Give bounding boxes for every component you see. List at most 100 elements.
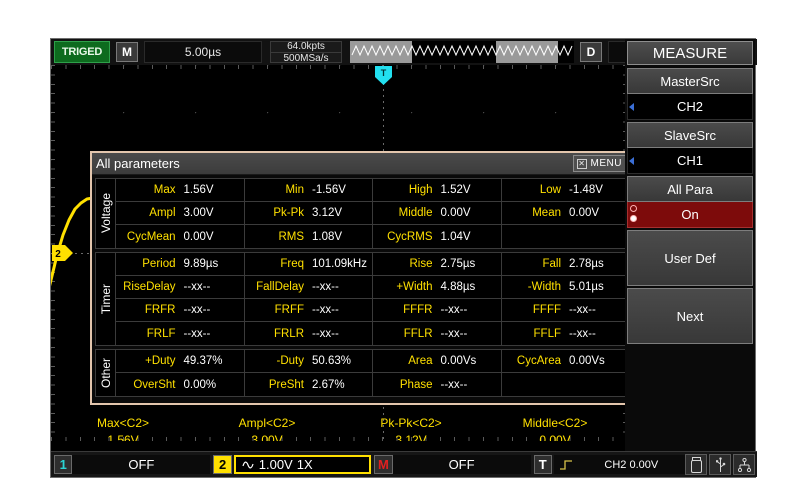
- measure-cell-freq[interactable]: Freq 101.09kHz: [245, 253, 373, 275]
- measure-cell-rms[interactable]: RMS 1.08V: [245, 225, 373, 248]
- measure-cell-risedelay[interactable]: RiseDelay --xx--: [116, 276, 245, 298]
- measure-cell-ffff[interactable]: FFFF --xx--: [502, 299, 628, 321]
- channel1-badge[interactable]: 1: [54, 455, 73, 474]
- measure-value: 0.00Vs: [440, 355, 477, 367]
- memory-waveform-preview[interactable]: [350, 41, 574, 63]
- dialog-menu-button[interactable]: ✕ MENU: [572, 155, 627, 172]
- measure-label: Period: [142, 258, 176, 270]
- measure-value: --xx--: [312, 281, 339, 293]
- measure-cell-phase[interactable]: Phase --xx--: [373, 373, 502, 396]
- chevron-left-icon: [629, 156, 634, 165]
- channel2-settings[interactable]: 1.00V 1X: [233, 455, 372, 474]
- measure-value: 0.00V: [183, 230, 214, 243]
- menu-title: MEASURE: [627, 41, 753, 65]
- channel2-scale: 1.00V: [258, 457, 293, 472]
- measure-cell-frfr[interactable]: FRFR --xx--: [116, 299, 245, 321]
- measure-cell-mean[interactable]: Mean 0.00V: [502, 202, 628, 224]
- rising-edge-icon: [559, 459, 572, 470]
- measure-cell-empty: [502, 225, 628, 248]
- main-timebase-badge[interactable]: M: [116, 42, 138, 62]
- measure-cell-ampl[interactable]: Ampl 3.00V: [116, 202, 245, 224]
- measure-cell-frlf[interactable]: FRLF --xx--: [116, 322, 245, 345]
- math-state[interactable]: OFF: [392, 455, 531, 474]
- radio-group-icon[interactable]: [630, 205, 637, 222]
- measure-cell-fflr[interactable]: FFLR --xx--: [373, 322, 502, 345]
- channel2-probe: 1X: [296, 457, 313, 472]
- measure-cell-falldelay[interactable]: FallDelay --xx--: [245, 276, 373, 298]
- measure-cell-rise[interactable]: Rise 2.75µs: [373, 253, 502, 275]
- readout-value: 3.12V: [395, 433, 427, 441]
- memory-depth-label: 64.0kpts: [271, 41, 341, 53]
- menu-value-ch1[interactable]: CH1: [627, 148, 753, 174]
- readout-item[interactable]: Max<C2> 1.56V: [51, 409, 195, 441]
- measure-cell-fflf[interactable]: FFLF --xx--: [502, 322, 628, 345]
- readout-value: 0.00V: [539, 433, 571, 441]
- measure-section-voltage: Voltage Max 1.56V Min -1.56V High 1.52V Low -1.4…: [95, 178, 627, 249]
- measure-value: 9.89µs: [183, 258, 219, 270]
- delay-timebase-badge[interactable]: D: [580, 42, 602, 62]
- menu-value-on[interactable]: On: [627, 202, 753, 228]
- menu-groups: MasterSrc CH2 SlaveSrc CH1 All Para On: [627, 68, 753, 228]
- measure-row: +Duty 49.37% -Duty 50.63% Area 0.00Vs CycArea 0…: [116, 350, 627, 373]
- all-parameters-dialog[interactable]: All parameters ✕ MENU Voltage Max 1.56V Min…: [90, 151, 627, 405]
- radio-off-icon[interactable]: [630, 205, 637, 212]
- measure-value: --xx--: [440, 378, 468, 391]
- measure-cell-fall[interactable]: Fall 2.78µs: [502, 253, 628, 275]
- right-side-menu[interactable]: MEASURE MasterSrc CH2 SlaveSrc CH1 All Para O…: [625, 39, 755, 453]
- usb-device-icon[interactable]: [709, 454, 732, 475]
- measure-cell-frlr[interactable]: FRLR --xx--: [245, 322, 373, 345]
- measure-cell-high[interactable]: High 1.52V: [373, 179, 502, 201]
- channel1-state[interactable]: OFF: [72, 455, 211, 474]
- measure-label: FRLF: [146, 327, 176, 340]
- measure-cell-pk-pk[interactable]: Pk-Pk 3.12V: [245, 202, 373, 224]
- svg-text:2: 2: [55, 249, 61, 260]
- trigger-badge[interactable]: T: [533, 455, 552, 474]
- measure-label: Phase: [399, 378, 433, 391]
- measure-cell-low[interactable]: Low -1.48V: [502, 179, 628, 201]
- section-label: Timer: [96, 253, 116, 345]
- measure-cell-cycarea[interactable]: CycArea 0.00Vs: [502, 350, 628, 372]
- menu-tall-buttons: User Def Next: [627, 230, 753, 344]
- measure-cell-cycrms[interactable]: CycRMS 1.04V: [373, 225, 502, 248]
- radio-on-icon[interactable]: [630, 215, 637, 222]
- channel2-position-marker[interactable]: 2: [52, 245, 73, 261]
- menu-button-mastersrc[interactable]: MasterSrc: [627, 68, 753, 94]
- measure-cell-period[interactable]: Period 9.89µs: [116, 253, 245, 275]
- measure-value: --xx--: [312, 327, 339, 340]
- menu-button-all-para[interactable]: All Para: [627, 176, 753, 202]
- channel2-badge[interactable]: 2: [213, 455, 232, 474]
- section-label: Voltage: [96, 179, 116, 248]
- measure-cell-max[interactable]: Max 1.56V: [116, 179, 245, 201]
- measure-cell-cycmean[interactable]: CycMean 0.00V: [116, 225, 245, 248]
- measure-cell-fffr[interactable]: FFFR --xx--: [373, 299, 502, 321]
- measure-cell-presht[interactable]: PreSht 2.67%: [245, 373, 373, 396]
- menu-group-slavesrc: SlaveSrc CH1: [627, 122, 753, 174]
- trigger-slope[interactable]: [553, 455, 578, 474]
- menu-value-ch2[interactable]: CH2: [627, 94, 753, 120]
- usb-drive-icon[interactable]: [685, 454, 708, 475]
- measure-cell-oversht[interactable]: OverSht 0.00%: [116, 373, 245, 396]
- close-icon[interactable]: ✕: [576, 158, 587, 169]
- measure-cell--width[interactable]: +Width 4.88µs: [373, 276, 502, 298]
- waveform-grid-area[interactable]: T 2 All parameters ✕ MENU Voltage Max 1.56…: [51, 65, 627, 441]
- readout-item[interactable]: Middle<C2> 0.00V: [483, 409, 627, 441]
- menu-button-next[interactable]: Next: [627, 288, 753, 344]
- measure-cell-middle[interactable]: Middle 0.00V: [373, 202, 502, 224]
- measure-cell--duty[interactable]: +Duty 49.37%: [116, 350, 245, 372]
- measure-value: --xx--: [183, 327, 211, 340]
- math-badge[interactable]: M: [374, 455, 393, 474]
- lan-icon[interactable]: [733, 454, 756, 475]
- readout-item[interactable]: Pk-Pk<C2> 3.12V: [339, 409, 483, 441]
- dialog-header: All parameters ✕ MENU: [92, 153, 627, 175]
- timebase-scale-field[interactable]: 5.00µs: [144, 41, 262, 63]
- trigger-position-marker[interactable]: T: [375, 66, 392, 85]
- measure-cell-area[interactable]: Area 0.00Vs: [373, 350, 502, 372]
- measure-cell-min[interactable]: Min -1.56V: [245, 179, 373, 201]
- readout-item[interactable]: Ampl<C2> 3.00V: [195, 409, 339, 441]
- menu-button-user-def[interactable]: User Def: [627, 230, 753, 286]
- measure-cell--width[interactable]: -Width 5.01µs: [502, 276, 628, 298]
- menu-button-slavesrc[interactable]: SlaveSrc: [627, 122, 753, 148]
- measure-cell--duty[interactable]: -Duty 50.63%: [245, 350, 373, 372]
- measure-value: 1.56V: [183, 184, 214, 196]
- measure-cell-frff[interactable]: FRFF --xx--: [245, 299, 373, 321]
